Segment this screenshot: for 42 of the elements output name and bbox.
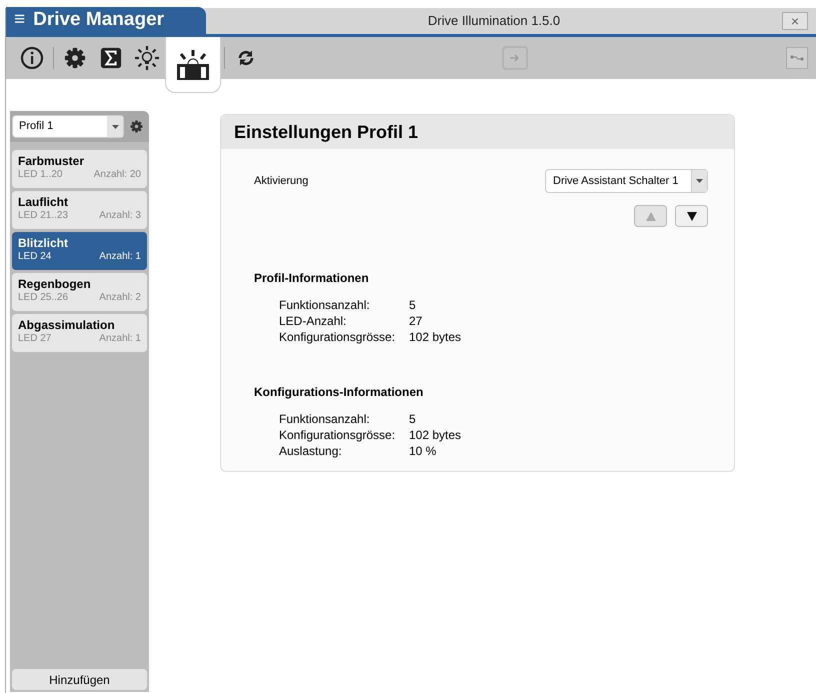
caret-icon [112,124,118,128]
profile-select[interactable]: Profil 1 [12,115,124,138]
arrow-right-icon [510,54,520,62]
app-menu-tab[interactable]: ≡ Drive Manager [6,7,206,34]
section-heading: Konfigurations-Informationen [254,384,424,401]
info-label: Konfigurationsgrösse: [279,427,396,443]
function-item[interactable]: Blitzlicht LED 24 Anzahl: 1 [12,232,147,270]
add-button[interactable]: Hinzufügen [12,669,147,690]
panel-title: Einstellungen Profil 1 [234,120,418,144]
function-item[interactable]: Farbmuster LED 1..20 Anzahl: 20 [12,150,147,188]
triangle-down-icon [686,212,696,220]
gear-icon[interactable] [130,120,143,133]
lightbulb-icon [134,45,160,71]
window-title: Drive Illumination 1.5.0 [428,12,560,30]
info-icon [20,46,44,70]
section-heading: Profil-Informationen [254,270,370,287]
close-button[interactable]: × [782,12,808,30]
triangle-up-icon [646,212,656,220]
info-value: 5 [409,297,416,313]
activation-label: Aktivierung [254,174,308,189]
toolbar-tab[interactable] [165,37,221,93]
gear-icon [64,47,86,69]
info-label: Auslastung: [279,443,343,459]
info-value: 5 [409,411,416,427]
beacon-icon [175,48,211,80]
caret-icon [696,179,703,183]
function-item[interactable]: Regenbogen LED 25..26 Anzahl: 2 [12,273,147,311]
refresh-icon [237,49,255,67]
function-item[interactable]: Abgassimulation LED 27 Anzahl: 1 [12,314,147,352]
function-item[interactable]: Lauflicht LED 21..23 Anzahl: 3 [12,191,147,229]
info-value: 102 bytes [409,329,462,345]
connection-icon [790,54,804,62]
info-value: 102 bytes [409,427,462,443]
info-label: LED-Anzahl: [279,313,348,329]
info-label: Konfigurationsgrösse: [279,329,396,345]
info-label: Funktionsanzahl: [279,411,371,427]
activation-select[interactable]: Drive Assistant Schalter 1 [545,169,708,193]
info-value: 10 % [409,443,436,459]
info-value: 27 [409,313,422,329]
sigma-icon [100,47,122,69]
move-down-button[interactable] [675,205,708,227]
info-label: Funktionsanzahl: [279,297,371,313]
